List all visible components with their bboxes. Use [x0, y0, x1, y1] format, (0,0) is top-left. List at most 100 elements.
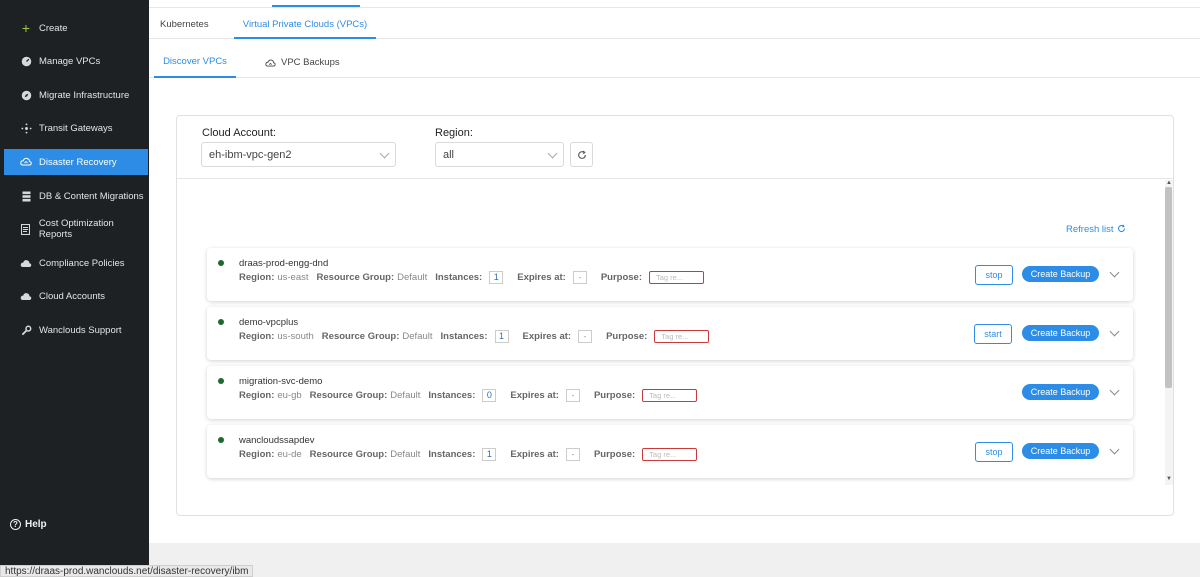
sidebar-item-cost-optimization-reports[interactable]: Cost Optimization Reports — [4, 216, 148, 242]
sidebar-item-label: Migrate Infrastructure — [39, 89, 130, 101]
resource-group-label: Resource Group: — [309, 389, 388, 401]
sidebar-item-label: Cloud Accounts — [39, 290, 106, 302]
footer — [149, 543, 1200, 577]
tab-kubernetes[interactable]: Kubernetes — [160, 10, 220, 39]
vpc-details: Region: us-east Resource Group: Default In… — [239, 270, 704, 284]
sidebar-item-label: Wanclouds Support — [39, 324, 122, 336]
resource-group-value: Default — [390, 389, 421, 401]
expires-at-label: Expires at: — [510, 389, 559, 401]
database-icon — [20, 190, 32, 202]
region-value: all — [443, 148, 455, 161]
vpc-row: wancloudssapdev Region: eu-de Resource Gr… — [207, 425, 1133, 478]
purpose-tag-input[interactable]: Tag re... — [649, 270, 704, 284]
create-backup-button[interactable]: Create Backup — [1022, 384, 1099, 400]
top-strip — [149, 0, 1200, 8]
purpose-label: Purpose: — [593, 389, 636, 401]
expires-at-label: Expires at: — [522, 330, 572, 342]
region-label: Region: — [239, 389, 275, 401]
cloud-sync-icon — [20, 156, 32, 168]
tab-discover-vpcs[interactable]: Discover VPCs — [154, 48, 236, 78]
scrollbar-thumb[interactable] — [1165, 187, 1172, 388]
status-dot — [218, 378, 224, 384]
stop-button[interactable]: stop — [975, 442, 1013, 462]
chevron-down-icon — [379, 148, 390, 159]
chevron-down-icon[interactable] — [1109, 385, 1120, 396]
vpc-name: draas-prod-engg-dnd — [239, 258, 329, 269]
start-button[interactable]: start — [974, 324, 1012, 344]
expires-at-value: - — [578, 329, 593, 343]
network-icon — [20, 122, 32, 134]
create-backup-button[interactable]: Create Backup — [1022, 325, 1099, 341]
sidebar-item-manage-vpcs[interactable]: Manage VPCs — [4, 48, 148, 74]
create-backup-button[interactable]: Create Backup — [1022, 266, 1099, 282]
region-label: Region: — [435, 127, 473, 139]
divider — [177, 178, 1173, 179]
cloud-account-select[interactable]: eh-ibm-vpc-gen2 — [201, 142, 396, 167]
sidebar-item-create[interactable]: + Create — [4, 15, 148, 41]
sidebar-item-migrate-infrastructure[interactable]: Migrate Infrastructure — [4, 82, 148, 108]
purpose-tag-input[interactable]: Tag re... — [654, 329, 710, 343]
document-icon — [20, 223, 32, 235]
tab-label: Virtual Private Clouds (VPCs) — [242, 19, 368, 30]
help-link[interactable]: ? Help — [10, 519, 47, 530]
refresh-list-link[interactable]: Refresh list — [1066, 224, 1126, 235]
expires-at-label: Expires at: — [517, 271, 566, 283]
vpc-row: migration-svc-demo Region: eu-gb Resource… — [207, 366, 1133, 419]
sidebar-item-db-content-migrations[interactable]: DB & Content Migrations — [4, 183, 148, 209]
top-accent-bar — [272, 5, 360, 7]
scroll-down-arrow[interactable]: ▼ — [1166, 476, 1172, 482]
sidebar-item-label: Cost Optimization Reports — [38, 218, 114, 240]
vpc-name: demo-vpcplus — [239, 317, 299, 328]
tab-label: Discover VPCs — [163, 56, 227, 67]
expires-at-value: - — [565, 388, 580, 402]
region-label: Region: — [239, 448, 275, 460]
chevron-down-icon[interactable] — [1109, 267, 1120, 278]
resource-group-label: Resource Group: — [316, 271, 395, 283]
cloud-icon — [20, 290, 32, 302]
instances-label: Instances: — [435, 271, 483, 283]
sidebar-item-cloud-accounts[interactable]: Cloud Accounts — [4, 283, 148, 309]
refresh-button[interactable] — [570, 142, 593, 167]
purpose-label: Purpose: — [593, 448, 636, 460]
scroll-up-arrow[interactable]: ▲ — [1166, 180, 1172, 186]
expires-at-label: Expires at: — [510, 448, 559, 460]
cloud-icon — [20, 257, 32, 269]
vpc-row: demo-vpcplus Region: us-south Resource Gr… — [207, 307, 1133, 360]
instances-value: 1 — [482, 447, 497, 461]
help-label: Help — [25, 519, 47, 530]
instances-label: Instances: — [440, 330, 488, 342]
region-value: eu-de — [277, 448, 302, 460]
create-backup-button[interactable]: Create Backup — [1022, 443, 1099, 459]
chevron-down-icon[interactable] — [1109, 326, 1120, 337]
vpc-name: migration-svc-demo — [239, 376, 323, 387]
refresh-list-label: Refresh list — [1066, 224, 1114, 235]
tab-virtual-private-clouds[interactable]: Virtual Private Clouds (VPCs) — [234, 10, 376, 39]
sidebar-item-wanclouds-support[interactable]: Wanclouds Support — [4, 317, 148, 343]
instances-value: 0 — [482, 388, 497, 402]
resource-group-value: Default — [402, 330, 433, 342]
purpose-tag-input[interactable]: Tag re... — [642, 447, 698, 461]
expires-at-value: - — [565, 447, 580, 461]
region-select[interactable]: all — [435, 142, 564, 167]
status-dot — [218, 437, 224, 443]
refresh-icon — [577, 150, 586, 159]
purpose-tag-input[interactable]: Tag re... — [642, 388, 698, 402]
sidebar-item-label: DB & Content Migrations — [39, 190, 144, 202]
help-icon: ? — [10, 519, 21, 530]
primary-tabs: Kubernetes Virtual Private Clouds (VPCs) — [149, 10, 1200, 39]
sidebar-item-disaster-recovery[interactable]: Disaster Recovery — [4, 149, 148, 175]
tab-label: VPC Backups — [281, 57, 340, 68]
resource-group-label: Resource Group: — [321, 330, 400, 342]
sidebar-item-transit-gateways[interactable]: Transit Gateways — [4, 115, 148, 141]
sidebar: + Create Manage VPCs Migrate Infrastruct… — [0, 0, 149, 577]
secondary-tabs: Discover VPCs VPC Backups — [149, 48, 1200, 78]
sidebar-item-label: Manage VPCs — [39, 55, 101, 67]
chevron-down-icon[interactable] — [1109, 444, 1120, 455]
sidebar-item-compliance-policies[interactable]: Compliance Policies — [4, 250, 148, 276]
stop-button[interactable]: stop — [975, 265, 1013, 285]
resource-group-value: Default — [397, 271, 428, 283]
sidebar-item-label: Create — [39, 22, 68, 34]
tab-vpc-backups[interactable]: VPC Backups — [265, 48, 345, 78]
instances-value: 1 — [489, 270, 504, 284]
region-label: Region: — [239, 330, 275, 342]
